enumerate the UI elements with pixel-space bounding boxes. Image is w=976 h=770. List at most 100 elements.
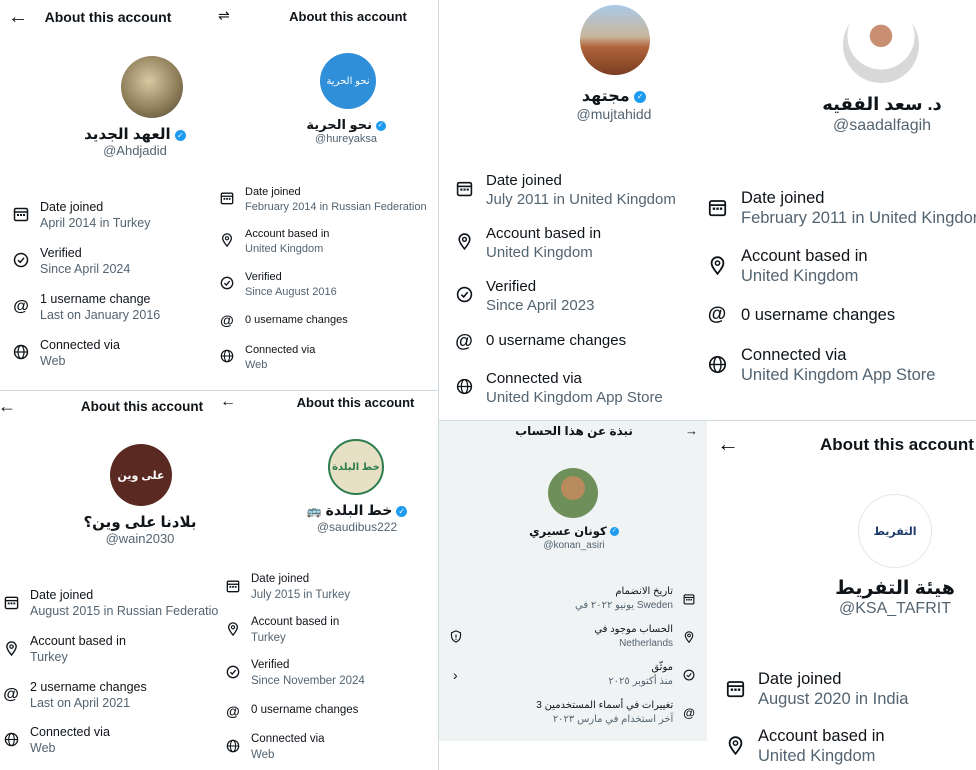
row-label: Account based in <box>741 247 868 265</box>
username: @mujtahidd <box>576 106 652 122</box>
calendar-icon <box>683 593 695 605</box>
location-pin-icon <box>707 256 727 275</box>
row-label: Verified <box>251 659 290 671</box>
display-name-text: خط البلدة <box>325 502 393 518</box>
row-label: 0 username changes <box>251 704 359 716</box>
row-label: Date joined <box>741 189 825 207</box>
display-name: مجتهد ✓ <box>539 86 689 106</box>
row-label: 0 username changes <box>741 306 896 324</box>
calendar-icon <box>12 206 30 222</box>
globe-icon <box>225 739 241 753</box>
avatar[interactable]: على وين <box>110 444 172 506</box>
location-pin-icon <box>725 736 745 755</box>
back-arrow-icon[interactable]: ← <box>717 433 739 455</box>
avatar-text: خط البلدة <box>332 461 380 473</box>
row-label: Verified <box>245 271 282 283</box>
calendar-icon <box>225 579 241 593</box>
row-value: February 2014 in Russian Federation <box>245 201 427 213</box>
row-label: Connected via <box>486 370 582 387</box>
avatar[interactable] <box>548 468 598 518</box>
account-based-row: Account based in United Kingdom <box>725 726 885 766</box>
row-value: United Kingdom App Store <box>741 366 936 384</box>
row-value: يونيو ٢٠٢٢ في Sweden <box>574 600 673 611</box>
menu-icon[interactable]: ⇌ <box>218 8 230 22</box>
at-sign-icon: @ <box>13 298 29 315</box>
row-label: 2 username changes <box>30 680 147 694</box>
row-label: Account based in <box>245 228 330 240</box>
row-label: Date joined <box>30 588 94 602</box>
avatar[interactable] <box>121 56 183 118</box>
panel-wain2030: ← About this account على وين بلادنا على … <box>0 391 218 770</box>
verified-badge-icon: ✓ <box>396 505 408 517</box>
display-name: كونان عسيري ✓ <box>499 524 649 538</box>
back-arrow-icon[interactable]: ← <box>220 394 236 410</box>
row-value: Since August 2016 <box>245 286 337 298</box>
row-value: Web <box>245 359 268 371</box>
row-value: Web <box>30 741 56 755</box>
row-value: February 2011 in United Kingdom <box>741 209 976 227</box>
globe-icon <box>454 378 474 395</box>
avatar[interactable] <box>843 7 919 83</box>
display-name: العهد الجديد ✓ <box>60 125 210 143</box>
username: @saudibus222 <box>316 520 398 534</box>
at-sign-icon: @ <box>455 331 473 351</box>
verified-row: Verified Since April 2023 <box>454 277 594 315</box>
row-value: August 2020 in India <box>758 690 909 708</box>
globe-icon <box>707 355 727 374</box>
account-based-row: Account based in Turkey <box>2 633 126 665</box>
row-label: Date joined <box>486 172 562 189</box>
row-label: 3 تغييرات في أسماء المستخدمين <box>536 700 674 711</box>
verified-badge-icon: ✓ <box>634 90 647 103</box>
avatar-text: على وين <box>117 469 165 482</box>
row-label: Connected via <box>251 733 325 745</box>
globe-icon <box>2 732 20 747</box>
verified-badge-icon: ✓ <box>609 527 619 537</box>
row-value: August 2015 in Russian Federation <box>30 604 218 618</box>
username: @Ahdjadid <box>103 143 167 158</box>
row-value: Turkey <box>251 631 286 644</box>
avatar[interactable] <box>580 5 650 75</box>
date-joined-row: Date joined April 2014 in Turkey <box>12 199 150 231</box>
location-pin-icon <box>454 233 474 250</box>
verified-badge-icon: ✓ <box>375 120 386 131</box>
row-value: Since November 2024 <box>251 674 365 687</box>
at-sign-icon: @ <box>226 703 240 719</box>
connected-via-row: Connected via Web <box>12 337 120 369</box>
globe-icon <box>12 344 30 360</box>
username-change-row: @ 0 username changes <box>225 703 358 719</box>
panel-konan-asiri: → نبذة عن هذا الحساب كونان عسيري ✓ @kona… <box>439 421 707 770</box>
row-value: Turkey <box>30 650 68 664</box>
date-joined-row: Date joined February 2014 in Russian Fede… <box>219 185 427 215</box>
account-based-row: Account based in Turkey <box>225 615 339 646</box>
calendar-icon <box>219 191 235 205</box>
calendar-icon <box>707 198 727 217</box>
chevron-icon[interactable]: › <box>453 667 458 683</box>
verified-row: Verified Since November 2024 <box>225 658 365 689</box>
connected-via-row: Connected via Web <box>225 732 325 763</box>
verified-row: Verified Since April 2024 <box>12 245 130 277</box>
avatar[interactable]: خط البلدة <box>328 439 384 495</box>
row-label: 0 username changes <box>245 314 348 326</box>
username-change-row: @ 0 username changes <box>454 331 626 351</box>
verified-check-icon <box>219 276 235 290</box>
back-arrow-icon[interactable]: → <box>685 424 698 437</box>
location-pin-icon <box>2 641 20 656</box>
display-name-text: كونان عسيري <box>529 526 607 538</box>
username-change-row: @ 2 username changes Last on April 2021 <box>2 679 147 711</box>
avatar[interactable]: نحو الحرية <box>320 53 376 109</box>
row-label: Date joined <box>245 186 301 198</box>
at-sign-icon: @ <box>220 312 234 328</box>
username: @wain2030 <box>105 531 175 546</box>
row-label: Account based in <box>30 634 126 648</box>
date-joined-row: Date joined August 2015 in Russian Federa… <box>2 587 218 619</box>
connected-via-row: Connected via United Kingdom App Store <box>454 369 663 407</box>
avatar[interactable]: التفريط <box>858 494 932 568</box>
verified-badge-icon: ✓ <box>174 129 186 141</box>
location-pin-icon <box>225 622 241 636</box>
shield-info-icon[interactable] <box>450 630 462 643</box>
account-based-row: Account based in United Kingdom <box>454 224 601 262</box>
at-sign-icon: @ <box>707 304 727 325</box>
page-title: About this account <box>296 395 415 410</box>
back-arrow-icon[interactable]: ← <box>0 397 16 415</box>
row-value: Web <box>251 748 275 761</box>
